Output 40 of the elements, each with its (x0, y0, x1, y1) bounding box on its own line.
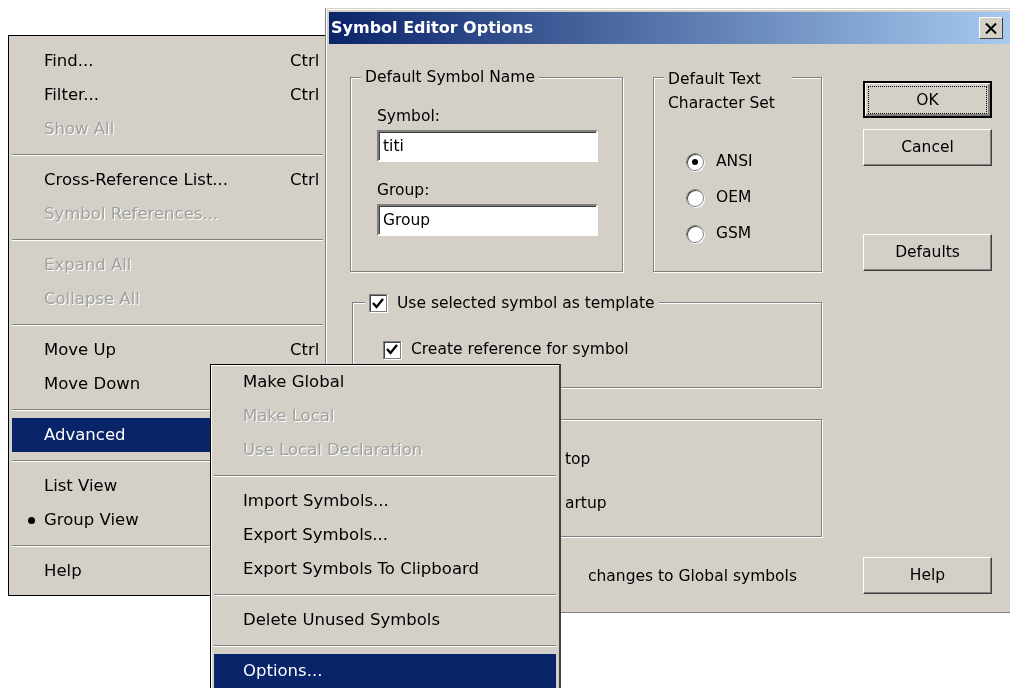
close-icon (985, 22, 997, 34)
option-label: changes to Global symbols (588, 566, 797, 586)
dialog-button[interactable]: Help (863, 557, 992, 594)
text-field[interactable]: Group (377, 204, 598, 236)
shortcut-text: Ctrl (290, 168, 320, 191)
field-label: Symbol: (377, 106, 440, 126)
shortcut-text: Ctrl (290, 49, 320, 72)
dialog-button[interactable]: OK (863, 81, 992, 118)
checkmark-icon (386, 344, 398, 356)
close-button[interactable] (979, 17, 1003, 39)
menu-item[interactable]: Import Symbols... (211, 484, 559, 518)
menu-item[interactable]: Cross-Reference List... Ctrl (9, 163, 326, 197)
text-field[interactable]: titi (377, 130, 598, 162)
radio-button[interactable] (686, 189, 704, 207)
menu-item[interactable]: Move Up Ctrl (9, 333, 326, 367)
radio-button[interactable] (686, 153, 704, 171)
dialog-button[interactable]: Cancel (863, 129, 992, 166)
group-title: Default Symbol Name (361, 67, 539, 87)
checkbox[interactable] (369, 294, 387, 312)
window-title: Symbol Editor Options (331, 17, 534, 39)
option-label: artup (565, 493, 607, 514)
radio-button[interactable] (686, 225, 704, 243)
menu-item[interactable]: Delete Unused Symbols (211, 603, 559, 637)
dialog-button[interactable]: Defaults (863, 234, 992, 271)
menu-item[interactable]: Options... (214, 654, 556, 688)
shortcut-text: Ctrl (290, 338, 320, 361)
shortcut-text: Ctrl (290, 83, 320, 106)
menu-item[interactable]: Export Symbols To Clipboard (211, 552, 559, 586)
checkbox[interactable] (383, 340, 401, 359)
checkmark-icon (372, 297, 384, 309)
menu-item[interactable]: Find... Ctrl (9, 44, 326, 78)
menu-item[interactable]: Filter... Ctrl (9, 78, 326, 112)
menu-item[interactable]: Export Symbols... (211, 518, 559, 552)
radio-label[interactable]: GSM (716, 222, 752, 246)
menu-item[interactable]: Make Global (211, 365, 559, 399)
option-label: top (565, 449, 591, 469)
checkbox-label[interactable]: Create reference for symbol (411, 338, 629, 362)
radio-label[interactable]: ANSI (716, 150, 753, 174)
radio-label[interactable]: OEM (716, 186, 752, 210)
field-label: Group: (377, 180, 430, 200)
